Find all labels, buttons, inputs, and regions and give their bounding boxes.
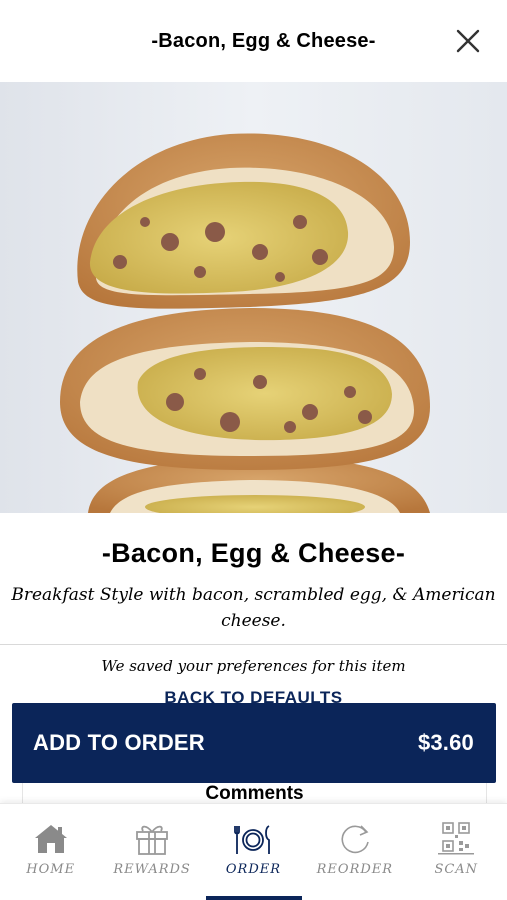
add-to-order-label: ADD TO ORDER (33, 730, 205, 755)
plate-cutlery-icon (234, 825, 271, 854)
saved-preferences-note: We saved your preferences for this item (101, 657, 406, 675)
comments-header[interactable]: Comments (22, 783, 487, 804)
tab-home[interactable]: HOME (0, 804, 101, 900)
item-title: -Bacon, Egg & Cheese- (101, 538, 406, 568)
refresh-icon (341, 825, 369, 854)
tab-scan[interactable]: SCAN (406, 804, 507, 900)
divider (0, 644, 507, 645)
home-icon (34, 825, 67, 853)
bottom-tab-bar: HOME REWARDS ORDER REORDER SCAN (0, 803, 507, 900)
close-icon (456, 29, 480, 53)
item-photo (0, 82, 507, 513)
back-to-defaults-link[interactable]: BACK TO DEFAULTS (0, 688, 507, 704)
tab-rewards[interactable]: REWARDS (101, 804, 202, 900)
tab-reorder[interactable]: REORDER (304, 804, 405, 900)
order-price: $3.60 (417, 730, 474, 755)
tab-label: SCAN (434, 862, 479, 877)
active-tab-indicator (205, 896, 302, 900)
qr-code-icon (438, 822, 475, 855)
gift-icon (136, 825, 168, 855)
tab-label: ORDER (225, 862, 282, 877)
page-title: -Bacon, Egg & Cheese- (151, 30, 376, 52)
tab-label: REORDER (316, 862, 394, 877)
tab-label: HOME (26, 862, 76, 877)
add-to-order-button[interactable]: ADD TO ORDER $3.60 (12, 703, 496, 783)
tab-label: REWARDS (113, 862, 191, 877)
close-button[interactable] (455, 28, 481, 54)
header: -Bacon, Egg & Cheese- (0, 0, 507, 82)
item-description: Breakfast Style with bacon, scrambled eg… (11, 585, 496, 631)
tab-order[interactable]: ORDER (203, 804, 304, 900)
